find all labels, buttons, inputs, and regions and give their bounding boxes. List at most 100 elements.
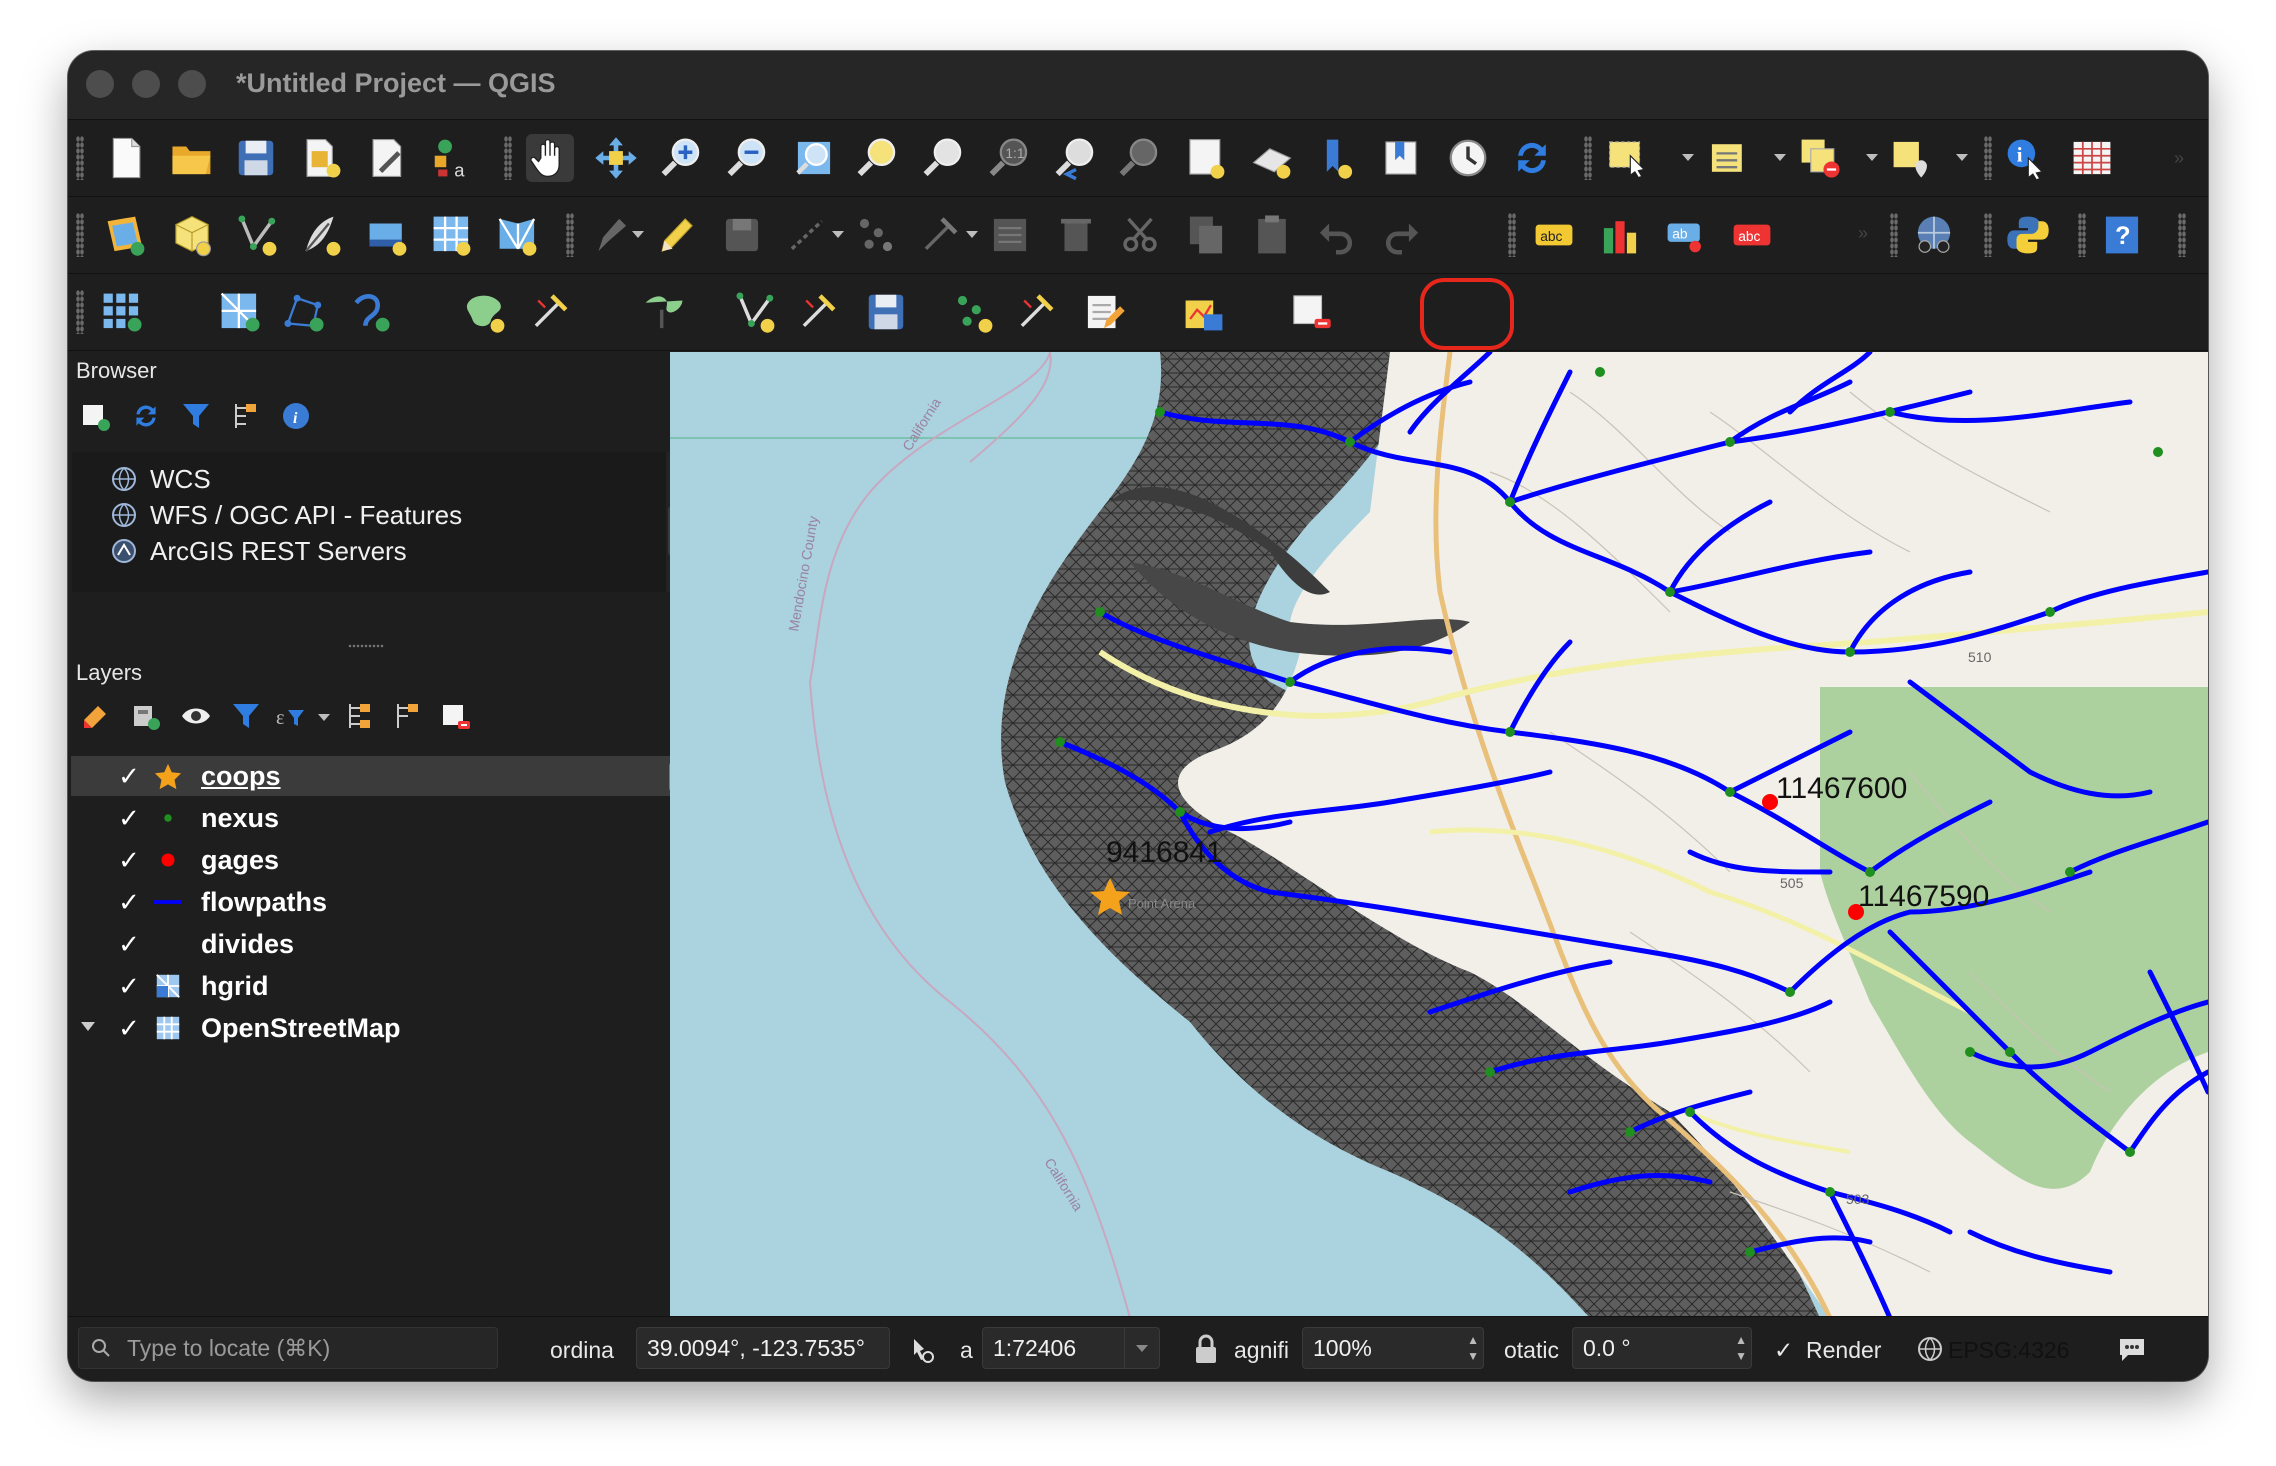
- current-edits-dropdown[interactable]: [632, 231, 644, 238]
- select-by-value-dropdown[interactable]: [1774, 154, 1786, 161]
- add-group-icon[interactable]: [128, 698, 164, 734]
- zoom-last-icon[interactable]: [1052, 134, 1100, 182]
- browser-properties-icon[interactable]: i: [278, 398, 314, 434]
- zoom-out-icon[interactable]: [724, 134, 772, 182]
- georeferencer-icon[interactable]: [1180, 288, 1228, 336]
- style-manager-button[interactable]: a: [428, 134, 476, 182]
- line-node-tool-icon[interactable]: [796, 288, 844, 336]
- mesh-vertex-icon[interactable]: [280, 288, 328, 336]
- layer-item-divides[interactable]: ✓ divides: [71, 924, 715, 964]
- redo-icon[interactable]: [1378, 211, 1426, 259]
- python-console-icon[interactable]: [2004, 211, 2052, 259]
- new-bookmark-icon[interactable]: [1312, 134, 1360, 182]
- map-canvas[interactable]: 11467600 11467590 9416841 510 505 503 Ca…: [670, 352, 2208, 1318]
- vertex-tool-icon[interactable]: [918, 211, 966, 259]
- layer-item-openstreetmap[interactable]: ✓ OpenStreetMap: [71, 1008, 715, 1048]
- save-edits-icon[interactable]: [718, 211, 766, 259]
- zoom-native-icon[interactable]: 1:1: [986, 134, 1034, 182]
- temporal-controller-icon[interactable]: [1444, 134, 1492, 182]
- digitize-dropdown[interactable]: [832, 231, 844, 238]
- filter-expression-dropdown[interactable]: [318, 714, 330, 721]
- magnifier-spinbox[interactable]: 100% ▲ ▼: [1302, 1327, 1484, 1369]
- zoom-full-icon[interactable]: [790, 134, 838, 182]
- mesh-transform-icon[interactable]: [346, 288, 394, 336]
- toolbar-grip[interactable]: [1584, 136, 1592, 180]
- add-vector-layer-icon[interactable]: [234, 211, 282, 259]
- add-wms-layer-icon[interactable]: [364, 211, 412, 259]
- select-features-icon[interactable]: [1604, 134, 1652, 182]
- layer-styling-icon[interactable]: [78, 698, 114, 734]
- toolbar-overflow-icon[interactable]: »: [2174, 148, 2184, 169]
- node-tool-icon[interactable]: [528, 288, 576, 336]
- reshape-icon[interactable]: [640, 288, 688, 336]
- layer-item-gages[interactable]: ✓ gages: [71, 840, 715, 880]
- toolbar-grip[interactable]: [1984, 136, 1992, 180]
- filter-legend-icon[interactable]: [228, 698, 264, 734]
- add-line-feature-icon[interactable]: [732, 288, 780, 336]
- pin-labels-icon[interactable]: ab: [1662, 211, 1710, 259]
- lock-scale-icon[interactable]: [1192, 1333, 1220, 1365]
- save-project-button[interactable]: [232, 134, 280, 182]
- browser-item-wfs[interactable]: WFS / OGC API - Features: [110, 498, 462, 532]
- toolbar-grip[interactable]: [76, 213, 84, 257]
- zoom-to-layer-icon[interactable]: [920, 134, 968, 182]
- browser-item-wcs[interactable]: WCS: [110, 462, 211, 496]
- messages-icon[interactable]: [2116, 1333, 2148, 1365]
- minimize-window-button[interactable]: [132, 70, 160, 98]
- browser-filter-icon[interactable]: [178, 398, 214, 434]
- layer-visibility-checkbox[interactable]: ✓: [117, 1015, 141, 1041]
- select-location-icon[interactable]: [1888, 134, 1936, 182]
- print-layout-button[interactable]: [364, 134, 412, 182]
- layer-item-hgrid[interactable]: ✓ hgrid: [71, 966, 715, 1006]
- select-location-dropdown[interactable]: [1956, 154, 1968, 161]
- current-edits-icon[interactable]: [586, 211, 634, 259]
- metasearch-icon[interactable]: [1910, 211, 1958, 259]
- add-delimited-text-icon[interactable]: [298, 211, 346, 259]
- select-by-value-icon[interactable]: [1704, 134, 1752, 182]
- toolbar-grip[interactable]: [1508, 213, 1516, 257]
- save-layer-edits-icon[interactable]: [862, 288, 910, 336]
- collapse-all-icon[interactable]: [390, 698, 426, 734]
- layer-item-coops[interactable]: ✓ coops: [71, 756, 715, 796]
- pan-map-icon[interactable]: [526, 134, 574, 182]
- diagram-options-icon[interactable]: [1596, 211, 1644, 259]
- edit-attributes-icon[interactable]: [1080, 288, 1128, 336]
- digitize-line-icon[interactable]: [784, 211, 832, 259]
- expand-arrow-icon[interactable]: [81, 1022, 95, 1031]
- label-toolbar-icon[interactable]: abc: [1530, 211, 1578, 259]
- locator-search-input[interactable]: Type to locate (⌘K): [78, 1327, 498, 1369]
- add-point-icon[interactable]: [852, 211, 900, 259]
- toolbar-grip[interactable]: [1890, 213, 1898, 257]
- toolbar-grip[interactable]: [2078, 213, 2086, 257]
- coordinate-toggle-icon[interactable]: [906, 1333, 938, 1365]
- zoom-in-icon[interactable]: [658, 134, 706, 182]
- rotation-spinbox[interactable]: 0.0 ° ▲ ▼: [1572, 1327, 1752, 1369]
- add-raster-layer-icon[interactable]: [428, 211, 476, 259]
- mesh-digitize-icon[interactable]: [216, 288, 264, 336]
- open-project-button[interactable]: [168, 134, 216, 182]
- expand-all-icon[interactable]: [342, 698, 378, 734]
- select-features-dropdown[interactable]: [1682, 154, 1694, 161]
- new-geopackage-icon[interactable]: [168, 211, 216, 259]
- help-icon[interactable]: ?: [2098, 211, 2146, 259]
- zoom-to-selection-icon[interactable]: [854, 134, 902, 182]
- add-point-feature-icon[interactable]: [950, 288, 998, 336]
- layer-visibility-checkbox[interactable]: ✓: [117, 763, 141, 789]
- coordinate-field[interactable]: 39.0094°, -123.7535°: [636, 1327, 890, 1369]
- toolbar-grip[interactable]: [566, 213, 574, 257]
- label-properties-icon[interactable]: abc: [1728, 211, 1776, 259]
- polygon-add-icon[interactable]: [462, 288, 510, 336]
- new-3d-view-icon[interactable]: [1248, 134, 1296, 182]
- processing-toolbox-icon[interactable]: [98, 288, 146, 336]
- crs-globe-icon[interactable]: [1916, 1335, 1944, 1363]
- layer-visibility-checkbox[interactable]: ✓: [117, 805, 141, 831]
- deselect-features-dropdown[interactable]: [1866, 154, 1878, 161]
- layer-visibility-checkbox[interactable]: ✓: [117, 973, 141, 999]
- layer-visibility-checkbox[interactable]: ✓: [117, 889, 141, 915]
- point-node-tool-icon[interactable]: [1014, 288, 1062, 336]
- layer-item-nexus[interactable]: ✓ nexus: [71, 798, 715, 838]
- deselect-features-icon[interactable]: [1796, 134, 1844, 182]
- toolbar-grip[interactable]: [2178, 213, 2186, 257]
- zoom-next-icon[interactable]: [1116, 134, 1164, 182]
- filter-expression-icon[interactable]: ε: [272, 698, 308, 734]
